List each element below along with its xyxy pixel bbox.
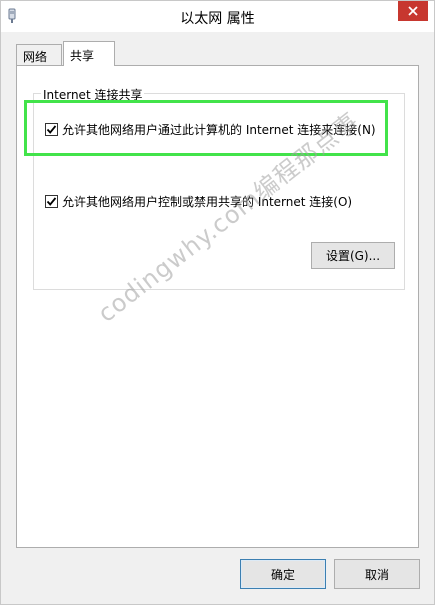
allow-control-checkbox[interactable] [45,195,58,208]
allow-connection-option[interactable]: 允许其他网络用户通过此计算机的 Internet 连接来连接(N) [45,121,376,138]
tab-label: 共享 [70,49,95,63]
allow-connection-label: 允许其他网络用户通过此计算机的 Internet 连接来连接(N) [62,123,376,137]
tab-label: 网络 [23,50,48,64]
properties-dialog: 以太网 属性 网络 共享 Internet 连接共享 允许其他网络用户通过此计算… [0,0,435,605]
settings-button[interactable]: 设置(G)... [311,242,395,269]
ok-button[interactable]: 确定 [240,559,326,589]
window-title: 以太网 属性 [180,11,255,27]
tab-network[interactable]: 网络 [16,44,62,65]
title-bar: 以太网 属性 [1,1,434,32]
checkmark-icon [46,125,57,134]
close-icon [408,6,418,16]
checkmark-icon [46,197,57,206]
sharing-panel: Internet 连接共享 允许其他网络用户通过此计算机的 Internet 连… [16,65,419,548]
allow-connection-checkbox[interactable] [45,123,58,136]
cancel-button[interactable]: 取消 [334,559,420,589]
allow-control-label: 允许其他网络用户控制或禁用共享的 Internet 连接(O) [62,195,353,209]
tab-sharing[interactable]: 共享 [63,41,115,66]
allow-control-option[interactable]: 允许其他网络用户控制或禁用共享的 Internet 连接(O) [45,193,352,210]
close-button[interactable] [398,1,428,21]
